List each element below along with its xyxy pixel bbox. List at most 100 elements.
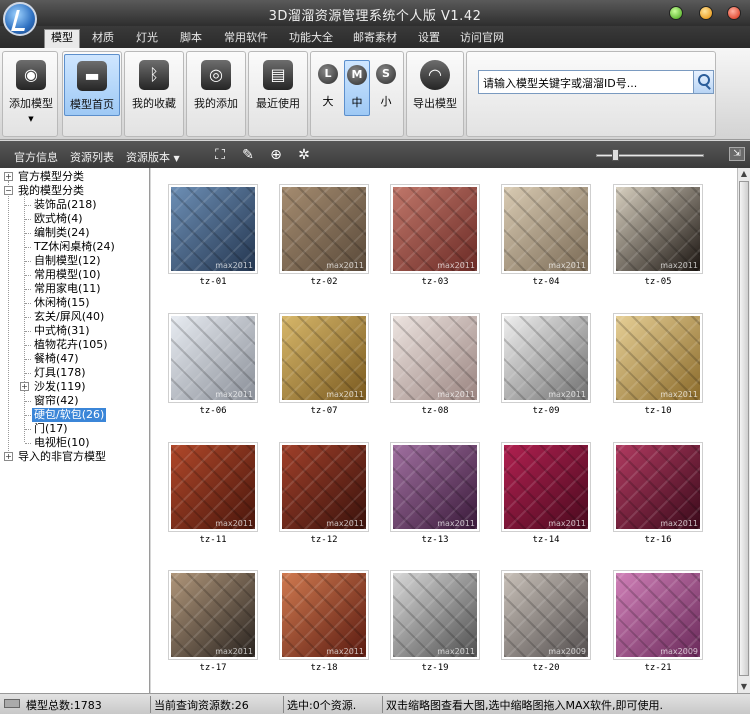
size-small-button[interactable]: S 小 xyxy=(373,60,399,116)
thumbnail-item[interactable]: max2011 xyxy=(613,313,703,403)
thumbnail-item[interactable]: max2011 xyxy=(501,442,591,532)
expand-icon[interactable]: + xyxy=(20,382,29,391)
thumbnail-item[interactable]: max2011 xyxy=(279,313,369,403)
status-query-count: 当前查询资源数:26 xyxy=(154,699,249,712)
thumbnail-item[interactable]: max2011 xyxy=(390,184,480,274)
maximize-button[interactable] xyxy=(699,6,713,20)
app-logo-icon[interactable] xyxy=(3,2,37,36)
expand-icon[interactable]: + xyxy=(4,172,13,181)
tab-light[interactable]: 灯光 xyxy=(130,30,164,48)
thumbnail-image: max2009 xyxy=(504,573,588,657)
tab-mail-assets[interactable]: 邮寄素材 xyxy=(347,30,403,48)
tree-item[interactable]: 植物花卉(105) xyxy=(34,338,108,352)
tree-my-models[interactable]: 我的模型分类 xyxy=(18,184,84,198)
tree-item-selected[interactable]: 硬包/软包(26) xyxy=(32,408,107,422)
tab-script[interactable]: 脚本 xyxy=(174,30,208,48)
tab-material[interactable]: 材质 xyxy=(86,30,120,48)
thumbnail-watermark: max2011 xyxy=(326,519,364,528)
thumbnail-item[interactable]: max2011 xyxy=(168,184,258,274)
tree-item[interactable]: 欧式椅(4) xyxy=(34,212,83,226)
tree-item[interactable]: 装饰品(218) xyxy=(34,198,97,212)
category-tree: + 官方模型分类 − 我的模型分类 装饰品(218) 欧式椅(4) 编制类(24… xyxy=(0,168,150,693)
tree-item[interactable]: 电视柜(10) xyxy=(34,436,90,450)
thumbnail-label: tz-18 xyxy=(310,663,338,673)
thumbnail-item[interactable]: max2011 xyxy=(279,442,369,532)
ribbon-group-size: L 大 M 中 S 小 xyxy=(310,51,404,137)
tree-item[interactable]: 窗帘(42) xyxy=(34,394,79,408)
thumbnail-item[interactable]: max2011 xyxy=(501,184,591,274)
search-icon[interactable] xyxy=(693,71,713,93)
tree-item[interactable]: 编制类(24) xyxy=(34,226,90,240)
thumbnail-item[interactable]: max2011 xyxy=(613,184,703,274)
export-model-button[interactable]: ◠ 导出模型 xyxy=(407,54,463,116)
tree-item[interactable]: 常用家电(11) xyxy=(34,282,101,296)
thumbnail-label: tz-02 xyxy=(310,277,338,287)
thumbnail-item[interactable]: max2011 xyxy=(168,570,258,660)
ribbon-group-favorites: ᛒ 我的收藏 xyxy=(124,51,184,137)
tree-official-models[interactable]: 官方模型分类 xyxy=(18,170,84,184)
resource-version-dropdown[interactable]: 资源版本 ▼ xyxy=(126,149,180,165)
thumbnail-item[interactable]: max2009 xyxy=(613,570,703,660)
ribbon-group-export: ◠ 导出模型 xyxy=(406,51,464,137)
expand-icon[interactable]: + xyxy=(4,452,13,461)
thumbnail-item[interactable]: max2011 xyxy=(390,313,480,403)
pin-icon[interactable]: ⇲ xyxy=(729,147,745,161)
official-info-link[interactable]: 官方信息 xyxy=(14,149,58,165)
ribbon-group-added: ◎ 我的添加 xyxy=(186,51,246,137)
status-icon xyxy=(4,699,20,708)
thumbnail-item[interactable]: max2011 xyxy=(501,313,591,403)
tree-item[interactable]: 中式椅(31) xyxy=(34,324,90,338)
thumbnail-item[interactable]: max2011 xyxy=(168,313,258,403)
thumbnail-item[interactable]: max2009 xyxy=(501,570,591,660)
tree-item[interactable]: 自制模型(12) xyxy=(34,254,101,268)
tab-website[interactable]: 访问官网 xyxy=(454,30,510,48)
small-icon: S xyxy=(376,64,396,84)
gear-icon[interactable]: ✲ xyxy=(296,147,312,163)
thumbnail-item[interactable]: max2011 xyxy=(390,570,480,660)
my-added-button[interactable]: ◎ 我的添加 xyxy=(188,54,244,116)
scroll-down-icon[interactable]: ▼ xyxy=(738,681,750,693)
recent-button[interactable]: ▤ 最近使用 xyxy=(250,54,306,116)
tree-item[interactable]: TZ休闲桌椅(24) xyxy=(34,240,115,254)
size-medium-button[interactable]: M 中 xyxy=(344,60,370,116)
thumbnail-item[interactable]: max2011 xyxy=(613,442,703,532)
thumbnail-item[interactable]: max2011 xyxy=(279,570,369,660)
tab-model[interactable]: 模型 xyxy=(44,29,80,48)
collapse-icon[interactable]: − xyxy=(4,186,13,195)
tree-item[interactable]: 玄关/屏风(40) xyxy=(34,310,104,324)
my-favorites-button[interactable]: ᛒ 我的收藏 xyxy=(126,54,182,116)
thumbnail-label: tz-03 xyxy=(421,277,449,287)
ribbon-group-add: ◉ 添加模型 ▼ xyxy=(2,51,58,137)
scroll-up-icon[interactable]: ▲ xyxy=(738,168,750,180)
tree-item[interactable]: 常用模型(10) xyxy=(34,268,101,282)
tree-item[interactable]: 沙发(119) xyxy=(34,380,86,394)
tab-settings[interactable]: 设置 xyxy=(412,30,446,48)
minimize-button[interactable] xyxy=(669,6,683,20)
zoom-icon[interactable]: ⊕ xyxy=(268,147,284,163)
thumbnail-image: max2011 xyxy=(616,445,700,529)
tree-item[interactable]: 休闲椅(15) xyxy=(34,296,90,310)
tree-item[interactable]: 餐椅(47) xyxy=(34,352,79,366)
fit-view-icon[interactable]: ⛶ xyxy=(212,147,228,163)
tree-item[interactable]: 灯具(178) xyxy=(34,366,86,380)
resource-list-link[interactable]: 资源列表 xyxy=(70,149,114,165)
thumbnail-item[interactable]: max2011 xyxy=(390,442,480,532)
tree-item[interactable]: 门(17) xyxy=(34,422,68,436)
brush-icon[interactable]: ✎ xyxy=(240,147,256,163)
tree-imported-models[interactable]: 导入的非官方模型 xyxy=(18,450,106,464)
tab-software[interactable]: 常用软件 xyxy=(218,30,274,48)
thumbnail-watermark: max2011 xyxy=(215,390,253,399)
size-large-button[interactable]: L 大 xyxy=(315,60,341,116)
vertical-scrollbar[interactable]: ▲ ▼ xyxy=(737,168,750,693)
add-model-button[interactable]: ◉ 添加模型 ▼ xyxy=(3,54,59,123)
slider-handle[interactable] xyxy=(612,149,619,161)
search-input[interactable]: 请输入模型关键字或溜溜ID号... xyxy=(478,70,714,94)
tab-features[interactable]: 功能大全 xyxy=(283,30,339,48)
thumbnail-item[interactable]: max2011 xyxy=(168,442,258,532)
thumbnail-watermark: max2011 xyxy=(660,390,698,399)
scroll-thumb[interactable] xyxy=(739,181,749,676)
close-button[interactable] xyxy=(727,6,741,20)
thumbnail-item[interactable]: max2011 xyxy=(279,184,369,274)
model-home-button[interactable]: ▬ 模型首页 xyxy=(64,54,120,116)
ribbon-group-search xyxy=(466,51,716,137)
